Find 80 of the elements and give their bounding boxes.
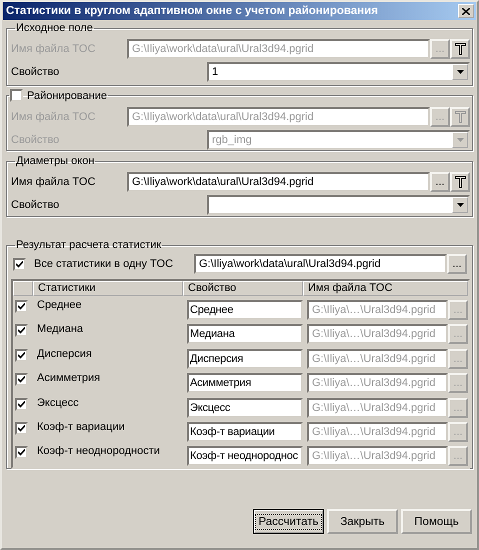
field-label: Имя файла TOC [11,110,96,122]
field-label: Свойство [11,66,60,78]
checkbox-label: Районирование [27,90,107,102]
file-path-field[interactable]: G:\Iliya\work\data\ural\Ural3d94.pgrid [127,38,430,58]
checkbox[interactable] [15,348,28,362]
file-path-field[interactable]: G:\Iliya\…\Ural3d94.pgrid [307,422,448,442]
statistic-name: Дисперсия [36,346,93,362]
checkmark-icon [18,303,25,310]
close-icon [462,8,470,14]
browse-button[interactable]: ... [447,254,467,274]
checkmark-icon [18,352,25,359]
group-title: Исходное поле [15,22,94,34]
browse-button[interactable]: ... [430,106,450,126]
browse-button[interactable]: ... [448,324,468,344]
property-field[interactable]: Дисперсия [187,348,303,369]
checkbox[interactable] [15,373,28,386]
file-path-field[interactable]: G:\Iliya\…\Ural3d94.pgrid [307,398,448,418]
dropdown-value: rgb_img [211,134,252,146]
statistic-name: Коэф-т вариации [36,420,126,435]
checkmark-icon [16,260,23,268]
field-label: Свойство [11,199,60,211]
field-label: Имя файла TOC [11,176,96,188]
dialog-button[interactable]: Рассчитать [253,509,324,534]
close-button[interactable] [458,4,474,18]
group-title: Диаметры окон [15,155,96,167]
statistic-name: Среднее [36,298,83,313]
statistic-name: Медиана [36,322,84,338]
column-header[interactable]: Статистики [33,281,183,296]
file-path-field[interactable]: G:\Iliya\work\data\ural\Ural3d94.pgrid [127,106,430,126]
checkmark-icon [18,376,25,384]
checkmark-icon [18,400,25,408]
browse-button[interactable]: ... [430,38,450,58]
browse-button[interactable]: ... [448,348,468,369]
file-path-field[interactable]: G:\Iliya\work\data\ural\Ural3d94.pgrid [194,254,447,274]
browse-button[interactable]: ... [448,398,468,418]
file-path-field[interactable]: G:\Iliya\…\Ural3d94.pgrid [307,300,448,320]
property-dropdown[interactable]: 1 [207,62,470,82]
browse-button[interactable]: ... [448,300,468,320]
browse-button[interactable]: ... [448,422,468,442]
property-field[interactable]: Коэф-т вариации [187,422,303,442]
dialog-button[interactable]: Закрыть [327,509,398,534]
checkmark-icon [18,449,25,456]
property-field[interactable]: Среднее [187,300,303,320]
field-label: Свойство [11,134,60,146]
property-field[interactable]: Эксцесс [187,398,303,418]
property-field[interactable]: Медиана [187,324,303,344]
file-path-field[interactable]: G:\Iliya\…\Ural3d94.pgrid [307,324,448,344]
file-path-field[interactable]: G:\Iliya\…\Ural3d94.pgrid [307,446,448,466]
file-path-field[interactable]: G:\Iliya\…\Ural3d94.pgrid [307,348,448,369]
property-dropdown[interactable]: rgb_img [207,130,470,150]
property-field[interactable]: Асимметрия [187,373,303,394]
property-field[interactable]: Коэф-т неоднороднос [187,446,303,466]
field-label: Имя файла TOC [11,42,96,54]
column-header[interactable]: Имя файла TOC [303,281,468,296]
checkbox[interactable] [15,324,28,338]
file-path-field[interactable]: G:\Iliya\work\data\ural\Ural3d94.pgrid [127,172,430,192]
pin-button[interactable] [450,172,470,192]
checkbox-label: Все статистики в одну TOC [33,258,174,270]
property-dropdown[interactable] [207,195,470,215]
statistic-name: Коэф-т неоднородности [36,444,161,460]
column-header[interactable]: Свойство [183,281,303,296]
checkbox[interactable] [13,258,26,270]
statistic-name: Асимметрия [36,371,102,386]
pin-button[interactable] [450,38,470,58]
checkbox[interactable] [15,422,28,435]
browse-button[interactable]: ... [430,172,450,192]
browse-button[interactable]: ... [448,373,468,394]
dropdown-value: 1 [211,66,218,78]
statistic-name: Эксцесс [36,396,80,411]
checkbox[interactable] [15,446,28,460]
file-path-field[interactable]: G:\Iliya\…\Ural3d94.pgrid [307,373,448,394]
dialog-button[interactable]: Помощь [401,509,472,534]
checkmark-icon [18,424,25,432]
browse-button[interactable]: ... [448,446,468,466]
checkbox[interactable] [15,300,28,313]
checkmark-icon [18,327,25,334]
checkbox[interactable] [15,398,28,411]
window-title: Статистики в круглом адаптивном окне с учетом районирования [6,5,378,17]
group-title: Результат расчета статистик [15,239,162,251]
checkbox[interactable] [10,89,23,102]
